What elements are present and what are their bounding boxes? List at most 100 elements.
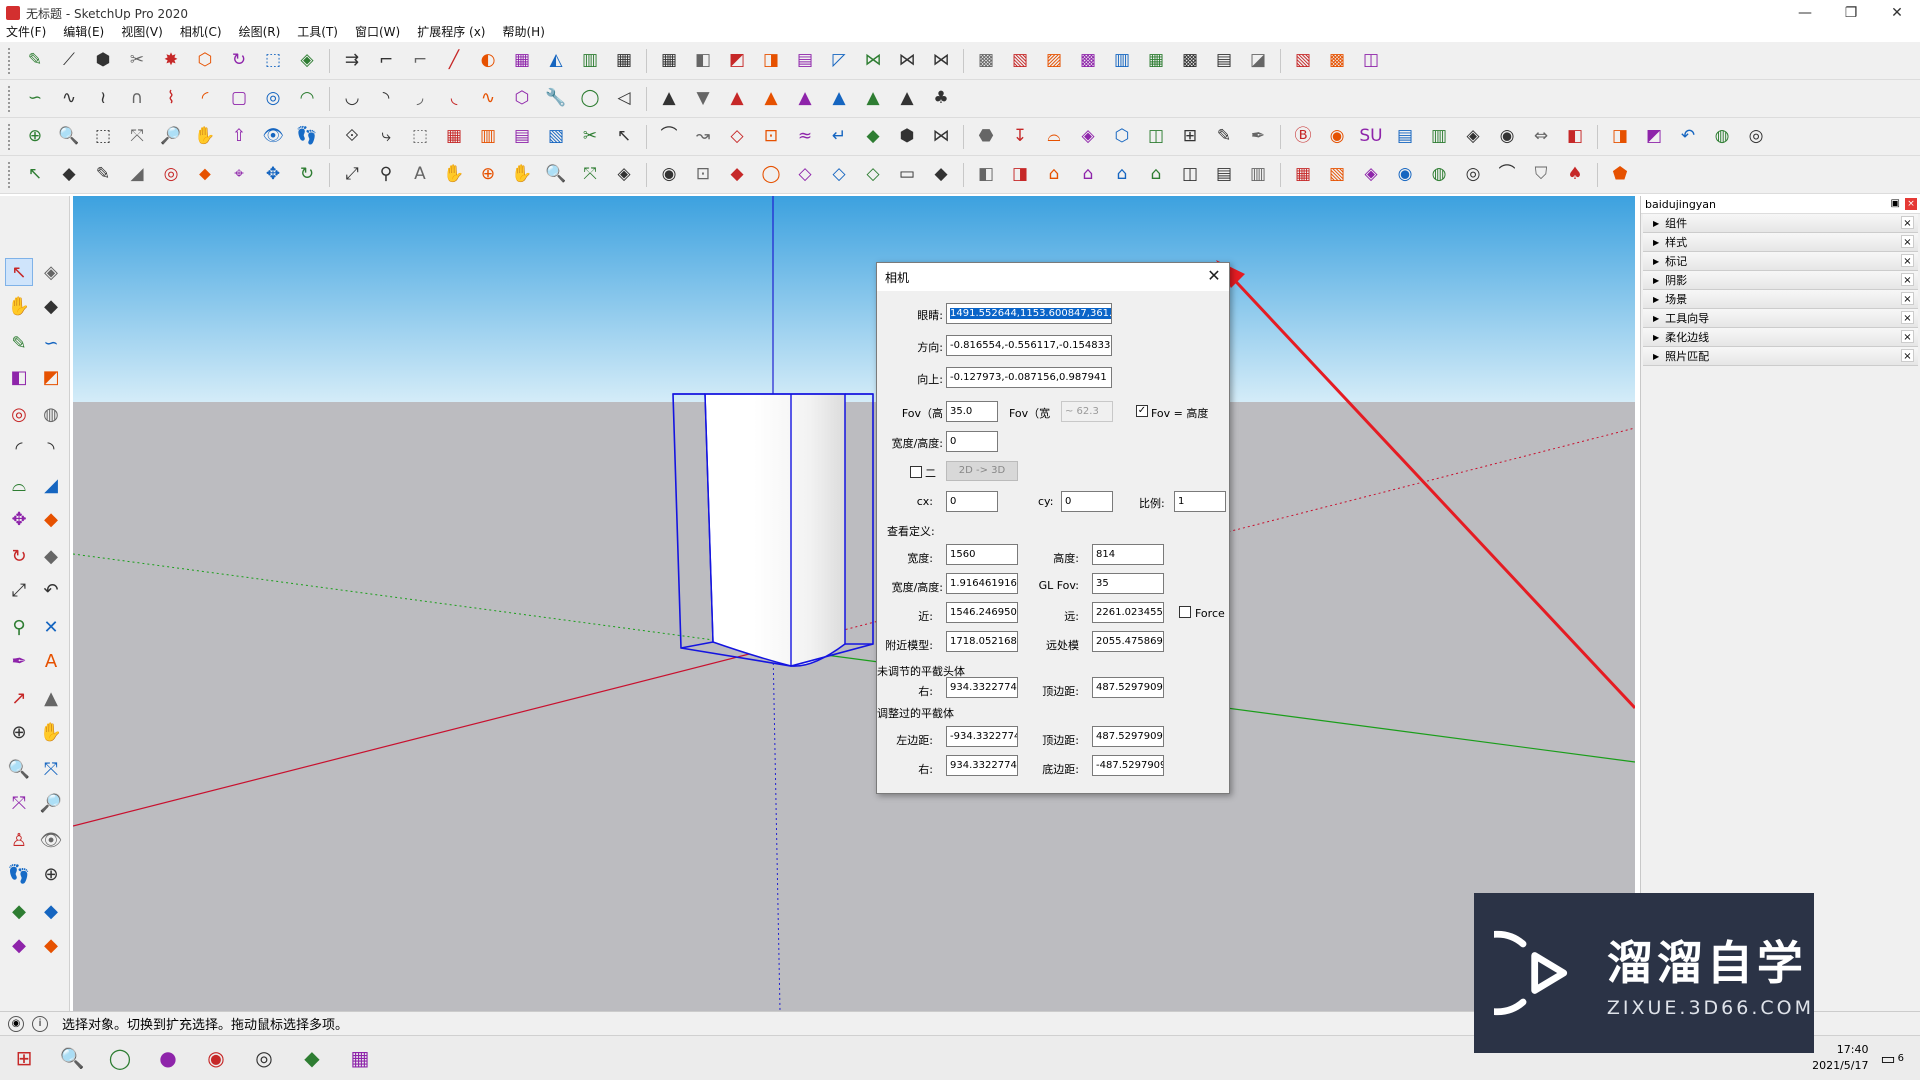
start-icon[interactable]: ⊞	[0, 1036, 48, 1080]
left-tool-icon[interactable]: ◎	[5, 400, 33, 428]
toolbar-tool-icon[interactable]: ◩	[1641, 124, 1667, 150]
left-tool-icon[interactable]: ◆	[5, 931, 33, 959]
aspect-field[interactable]: 0	[946, 431, 998, 452]
toolbar-tool-icon[interactable]: ◉	[1494, 124, 1520, 150]
toolbar-tool-icon[interactable]: ⊕	[475, 162, 501, 188]
toolbar-tool-icon[interactable]: 🔎	[158, 124, 184, 150]
toolbar-tool-icon[interactable]: ◈	[1460, 124, 1486, 150]
menu-camera[interactable]: 相机(C)	[180, 23, 222, 40]
unadjusted-right-field[interactable]: 934.3322774	[946, 677, 1018, 698]
toolbar-tool-icon[interactable]: ◆	[724, 162, 750, 188]
toolbar-tool-icon[interactable]: ▲	[758, 86, 784, 112]
toolbar-tool-icon[interactable]: ◫	[1177, 162, 1203, 188]
toolbar-tool-icon[interactable]: ╱	[441, 48, 467, 74]
drawing-viewport[interactable]	[73, 196, 1635, 1011]
toolbar-tool-icon[interactable]: ≀	[90, 86, 116, 112]
toolbar-tool-icon[interactable]: ♣	[928, 86, 954, 112]
adjusted-top-field[interactable]: 487.5297909	[1092, 726, 1164, 747]
toolbar-tool-icon[interactable]: ≈	[792, 124, 818, 150]
toolbar-tool-icon[interactable]: ⬚	[90, 124, 116, 150]
menu-window[interactable]: 窗口(W)	[355, 23, 400, 40]
left-tool-icon[interactable]: ⤧	[37, 755, 65, 783]
toolbar-tool-icon[interactable]: ⤧	[124, 124, 150, 150]
taskbar-app-icon[interactable]: ◯	[96, 1036, 144, 1080]
search-icon[interactable]: 🔍	[48, 1036, 96, 1080]
toolbar-tool-icon[interactable]: ▩	[1177, 48, 1203, 74]
fov-equals-height-checkbox[interactable]: ✓	[1136, 405, 1148, 417]
left-tool-icon[interactable]: ◜	[5, 434, 33, 462]
toolbar-tool-icon[interactable]: ⚲	[373, 162, 399, 188]
toolbar-tool-icon[interactable]: ◯	[577, 86, 603, 112]
toolbar-tool-icon[interactable]: ✎	[90, 162, 116, 188]
left-tool-icon[interactable]: ✋	[37, 718, 65, 746]
toolbar-tool-icon[interactable]: ▲	[860, 86, 886, 112]
menu-help[interactable]: 帮助(H)	[502, 23, 544, 40]
toolbar-tool-icon[interactable]: ▤	[509, 124, 535, 150]
toolbar-grip[interactable]	[8, 85, 14, 112]
tray-panel[interactable]: ▶ 阴影 ×	[1643, 271, 1918, 290]
tray-panel[interactable]: ▶ 照片匹配 ×	[1643, 347, 1918, 366]
left-tool-icon[interactable]: ⌓	[5, 471, 33, 499]
toolbar-tool-icon[interactable]: ◈	[1358, 162, 1384, 188]
tray-panel[interactable]: ▶ 标记 ×	[1643, 252, 1918, 271]
toolbar-tool-icon[interactable]: ▥	[577, 48, 603, 74]
toolbar-tool-icon[interactable]: SU	[1358, 124, 1384, 150]
toolbar-tool-icon[interactable]: ⛉	[1528, 162, 1554, 188]
left-tool-icon[interactable]: ◢	[37, 471, 65, 499]
menu-extensions[interactable]: 扩展程序 (x)	[417, 23, 485, 40]
panel-close-icon[interactable]: ×	[1901, 311, 1914, 324]
left-tool-icon[interactable]: A	[37, 647, 65, 675]
toolbar-tool-icon[interactable]: ↻	[226, 48, 252, 74]
toolbar-tool-icon[interactable]: ⌇	[158, 86, 184, 112]
scene-canvas[interactable]	[73, 196, 1635, 1011]
toolbar-tool-icon[interactable]: ▤	[792, 48, 818, 74]
toolbar-tool-icon[interactable]: ◉	[1392, 162, 1418, 188]
toolbar-tool-icon[interactable]: ▲	[724, 86, 750, 112]
toolbar-tool-icon[interactable]: ↝	[690, 124, 716, 150]
menu-file[interactable]: 文件(F)	[6, 23, 46, 40]
direction-field[interactable]: -0.816554,-0.556117,-0.154833	[946, 335, 1112, 356]
toolbar-tool-icon[interactable]: ▥	[1426, 124, 1452, 150]
toolbar-tool-icon[interactable]: ◇	[724, 124, 750, 150]
toolbar-tool-icon[interactable]: ✒	[1245, 124, 1271, 150]
toolbar-tool-icon[interactable]: ∽	[22, 86, 48, 112]
toolbar-tool-icon[interactable]: ▧	[1007, 48, 1033, 74]
toolbar-tool-icon[interactable]: ◐	[475, 48, 501, 74]
toolbar-tool-icon[interactable]: ▲	[894, 86, 920, 112]
toolbar-tool-icon[interactable]: ✎	[22, 48, 48, 74]
toolbar-tool-icon[interactable]: ✋	[441, 162, 467, 188]
toolbar-tool-icon[interactable]: ◍	[1709, 124, 1735, 150]
toolbar-tool-icon[interactable]: ◞	[407, 86, 433, 112]
close-icon[interactable]: ✕	[1205, 267, 1223, 285]
toolbar-tool-icon[interactable]: ⊕	[22, 124, 48, 150]
force-checkbox[interactable]	[1179, 606, 1191, 618]
toolbar-tool-icon[interactable]: ◫	[1358, 48, 1384, 74]
toolbar-tool-icon[interactable]: Ⓑ	[1290, 124, 1316, 150]
toolbar-tool-icon[interactable]: ↖	[22, 162, 48, 188]
taskbar-app-icon[interactable]: ◆	[288, 1036, 336, 1080]
toolbar-tool-icon[interactable]: ◎	[1743, 124, 1769, 150]
toolbar-tool-icon[interactable]: ◡	[339, 86, 365, 112]
toolbar-tool-icon[interactable]: ⌒	[656, 124, 682, 150]
left-tool-icon[interactable]: 👣	[5, 860, 33, 888]
menu-draw[interactable]: 绘图(R)	[239, 23, 281, 40]
2d-to-3d-button[interactable]: 2D -> 3D	[946, 461, 1018, 481]
toolbar-tool-icon[interactable]: ▲	[656, 86, 682, 112]
toolbar-tool-icon[interactable]: ⬟	[1607, 162, 1633, 188]
toolbar-tool-icon[interactable]: 🔍	[543, 162, 569, 188]
fov-height-field[interactable]: 35.0	[946, 401, 998, 422]
width-field[interactable]: 1560	[946, 544, 1018, 565]
toolbar-tool-icon[interactable]: ⬣	[973, 124, 999, 150]
toolbar-grip[interactable]	[8, 123, 14, 150]
menu-view[interactable]: 视图(V)	[121, 23, 163, 40]
gl-fov-field[interactable]: 35	[1092, 573, 1164, 594]
left-tool-icon[interactable]: ⊕	[5, 718, 33, 746]
near-field[interactable]: 1546.246950	[946, 602, 1018, 623]
toolbar-tool-icon[interactable]: ✂	[124, 48, 150, 74]
toolbar-tool-icon[interactable]: ◸	[826, 48, 852, 74]
toolbar-tool-icon[interactable]: ▨	[1041, 48, 1067, 74]
toolbar-tool-icon[interactable]: ⌐	[373, 48, 399, 74]
scale-field[interactable]: 1	[1174, 491, 1226, 512]
panel-close-icon[interactable]: ×	[1901, 349, 1914, 362]
taskbar-app-icon[interactable]: ●	[144, 1036, 192, 1080]
